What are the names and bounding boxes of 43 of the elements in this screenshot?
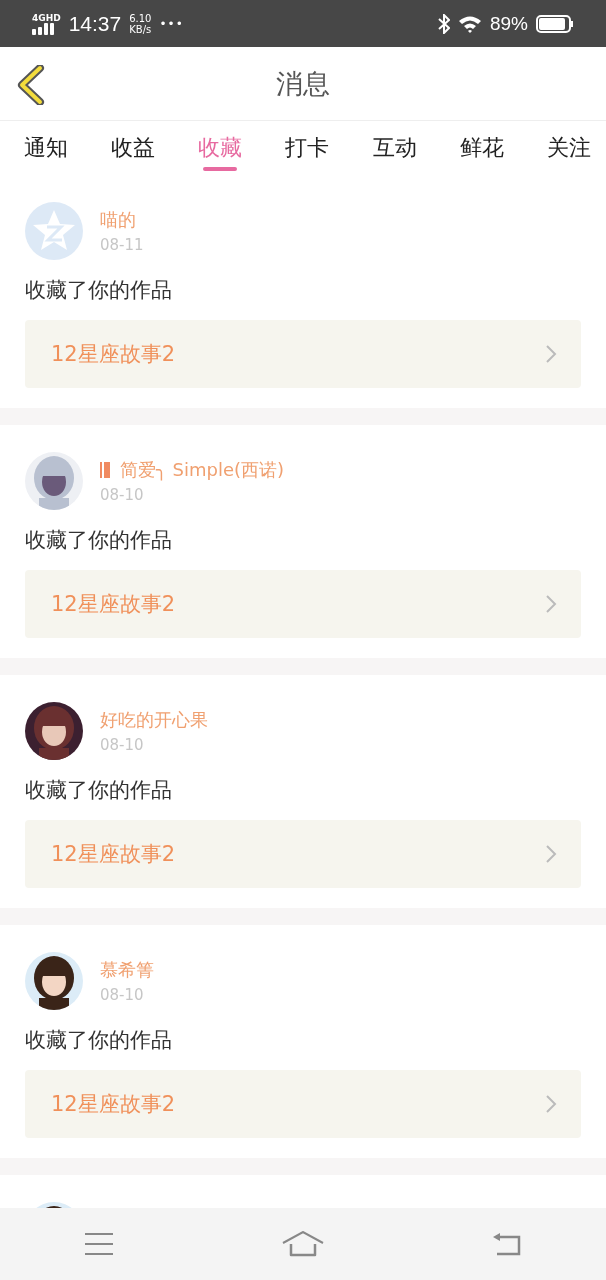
chevron-right-icon bbox=[545, 1094, 557, 1114]
message-text: 收藏了你的作品 bbox=[25, 1027, 173, 1054]
network-speed: 6.10 bbox=[129, 12, 152, 24]
battery-percent: 89% bbox=[489, 12, 528, 35]
chevron-right-icon bbox=[545, 344, 557, 364]
back-nav-icon[interactable] bbox=[492, 1232, 522, 1256]
wifi-icon bbox=[457, 14, 482, 33]
message-text: 收藏了你的作品 bbox=[25, 277, 173, 304]
signal-icon bbox=[32, 22, 56, 35]
user-name[interactable]: 慕希箐 bbox=[100, 958, 154, 982]
tab[interactable]: 关注 bbox=[546, 121, 591, 175]
bluetooth-icon bbox=[437, 13, 450, 34]
default-avatar-icon bbox=[25, 202, 83, 260]
tab[interactable]: 打卡 bbox=[285, 121, 330, 175]
clock: 14:37 bbox=[68, 11, 122, 36]
home-icon[interactable] bbox=[282, 1231, 324, 1257]
speed-unit: KB/s bbox=[129, 23, 152, 35]
tab[interactable]: 收益 bbox=[111, 121, 156, 175]
user-name[interactable]: 好吃的开心果 bbox=[100, 708, 208, 732]
network-type: 4GHD bbox=[32, 12, 61, 23]
work-link[interactable]: 12星座故事2 bbox=[25, 1070, 581, 1138]
message-date: 08-10 bbox=[100, 986, 145, 1004]
work-link[interactable]: 12星座故事2 bbox=[25, 320, 581, 388]
message-text: 收藏了你的作品 bbox=[25, 777, 173, 804]
chevron-right-icon bbox=[545, 594, 557, 614]
work-link[interactable]: 12星座故事2 bbox=[25, 570, 581, 638]
user-name[interactable]: 简爱╮ Simple(西诺) bbox=[120, 458, 285, 482]
work-link[interactable]: 12星座故事2 bbox=[25, 820, 581, 888]
message-date: 08-11 bbox=[100, 236, 144, 254]
tab[interactable]: 互动 bbox=[372, 121, 417, 175]
tab[interactable]: 通知 bbox=[24, 121, 68, 175]
message-text: 收藏了你的作品 bbox=[25, 527, 173, 554]
tab[interactable]: 鲜花 bbox=[459, 121, 504, 175]
back-icon[interactable] bbox=[16, 65, 46, 105]
message-date: 08-10 bbox=[100, 486, 145, 504]
menu-icon[interactable] bbox=[84, 1232, 114, 1256]
page-title: 消息 bbox=[276, 66, 330, 101]
user-name[interactable]: 喵的 bbox=[100, 208, 136, 232]
tab[interactable]: 收藏 bbox=[198, 121, 243, 175]
battery-icon bbox=[536, 14, 574, 33]
message-date: 08-10 bbox=[100, 736, 145, 754]
more-notifications: ••• bbox=[159, 16, 184, 31]
chevron-right-icon bbox=[545, 844, 557, 864]
